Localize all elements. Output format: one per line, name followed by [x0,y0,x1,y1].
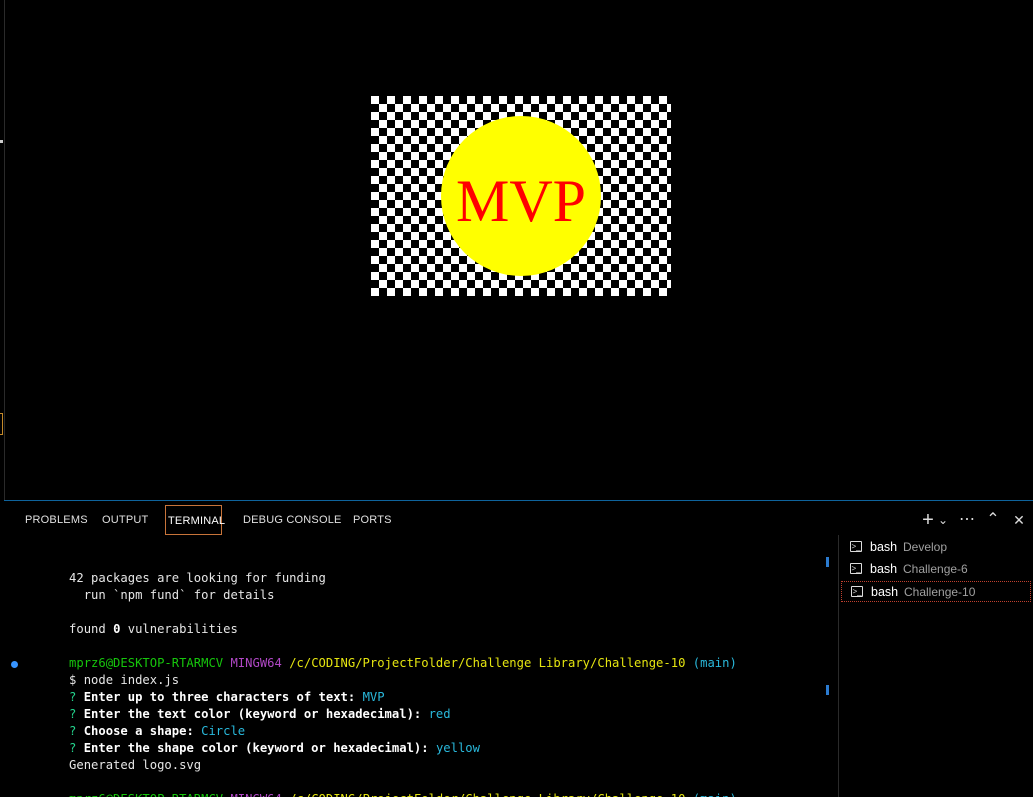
edge-marker [0,413,3,435]
terminal-output[interactable]: 42 packages are looking for funding run … [4,535,838,797]
terminal-list-item-active[interactable]: >_ bash Challenge-10 [841,581,1031,602]
logo-image: MVP [441,116,601,276]
logo-svg-preview: MVP [371,96,671,296]
tab-terminal[interactable]: TERMINAL [165,505,225,535]
prompt-question: ? Enter the shape color (keyword or hexa… [69,741,480,755]
editor-preview-area: MVP [0,0,1033,500]
tab-ports[interactable]: PORTS [351,505,394,535]
editor-left-border [4,0,5,500]
close-panel-icon[interactable]: ✕ [1009,505,1029,535]
tab-problems[interactable]: PROBLEMS [23,505,90,535]
tab-debug-console[interactable]: DEBUG CONSOLE [241,505,344,535]
terminal-line: run `npm fund` for details [69,588,275,602]
logo-text: MVP [456,168,586,234]
terminal-prompt: mprz6@DESKTOP-RTARMCV MINGW64 /c/CODING/… [69,656,737,670]
panel-tab-bar: PROBLEMS OUTPUT TERMINAL DEBUG CONSOLE P… [4,501,834,535]
tab-output[interactable]: OUTPUT [100,505,150,535]
scrollbar-marker [826,685,829,695]
bottom-panel: PROBLEMS OUTPUT TERMINAL DEBUG CONSOLE P… [4,500,1033,797]
prompt-question: ? Enter the text color (keyword or hexad… [69,707,451,721]
terminal-input-line[interactable]: $ [25,791,92,797]
more-actions-icon[interactable]: ⋯ [957,505,977,535]
terminal-icon: >_ [850,541,862,552]
terminal-prompt: mprz6@DESKTOP-RTARMCV MINGW64 /c/CODING/… [25,774,737,797]
new-terminal-button[interactable]: + [921,505,935,535]
panel-actions: + ⌄ ⋯ ⌃ ✕ [913,505,1033,535]
terminal-line: Generated logo.svg [69,758,202,772]
terminal-list-item[interactable]: >_ bash Challenge-6 [841,559,1031,580]
terminal-list: >_ bash Develop >_ bash Challenge-6 >_ b… [838,535,1033,797]
terminal-icon: >_ [850,563,862,574]
chevron-down-icon[interactable]: ⌄ [937,505,949,535]
terminal-line: 42 packages are looking for funding [69,571,326,585]
terminal-list-item[interactable]: >_ bash Develop [841,537,1031,558]
maximize-panel-icon[interactable]: ⌃ [983,505,1003,535]
prompt-question: ? Enter up to three characters of text: … [69,690,385,704]
command-decoration-dot [11,661,18,668]
terminal-icon: >_ [851,586,863,597]
terminal-line: found 0 vulnerabilities [69,622,238,636]
prompt-question: ? Choose a shape: Circle [69,724,246,738]
scrollbar-marker [826,557,829,567]
edge-marker [0,140,3,143]
terminal-command: $ node index.js [69,673,180,687]
